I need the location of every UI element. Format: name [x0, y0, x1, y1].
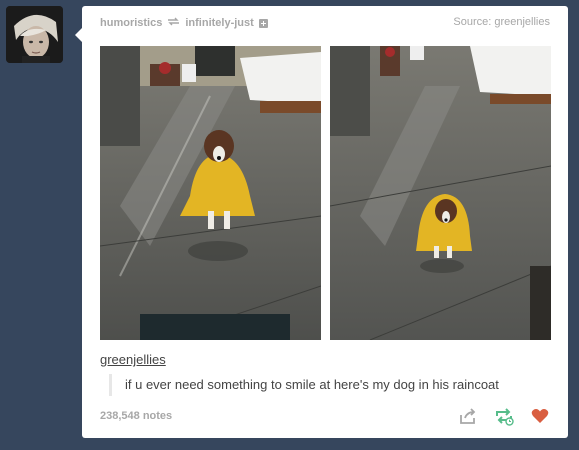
- caption-source-user[interactable]: greenjellies: [100, 352, 166, 367]
- post-header: humoristics infinitely-just Source: gree…: [100, 16, 550, 32]
- share-icon[interactable]: [458, 406, 478, 426]
- follow-plus-icon[interactable]: [258, 18, 268, 28]
- notes-count[interactable]: 238,548 notes: [100, 410, 172, 422]
- heart-icon[interactable]: [530, 406, 550, 426]
- post-photo[interactable]: [100, 46, 321, 340]
- poster-username[interactable]: humoristics: [100, 17, 162, 29]
- reblog-icon: [167, 16, 180, 30]
- reblog-icon[interactable]: [494, 406, 514, 426]
- reblogged-from-username[interactable]: infinitely-just: [185, 17, 253, 29]
- post-actions: [458, 406, 550, 426]
- avatar[interactable]: [6, 6, 63, 63]
- post-photo[interactable]: [330, 46, 551, 340]
- caption-quote: if u ever need something to smile at her…: [109, 374, 555, 396]
- source-label[interactable]: Source: greenjellies: [453, 16, 550, 28]
- avatar-image: [6, 6, 63, 63]
- post-card: humoristics infinitely-just Source: gree…: [75, 6, 568, 438]
